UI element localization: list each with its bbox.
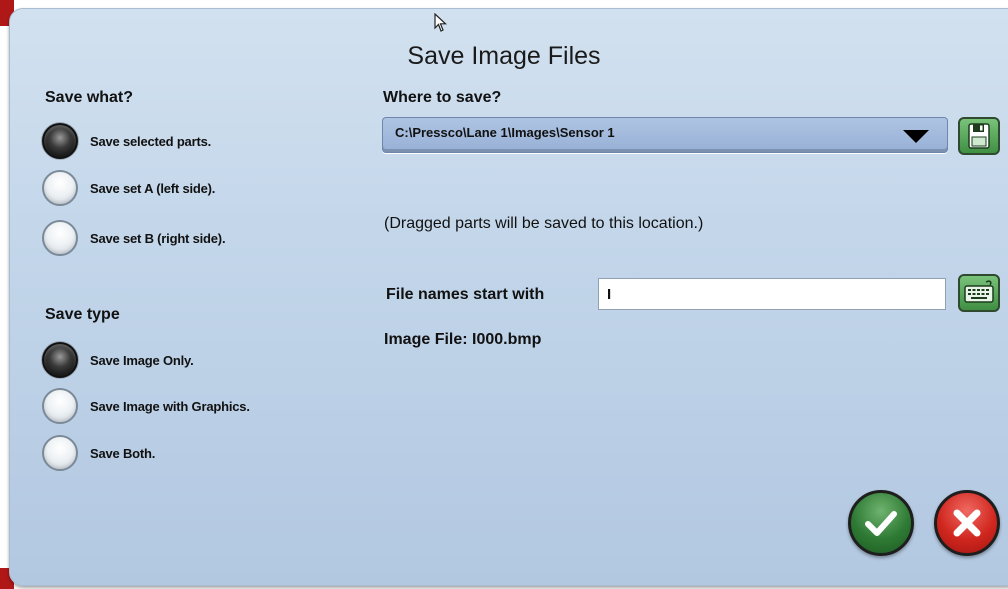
- ok-button[interactable]: [848, 490, 914, 556]
- radio-button[interactable]: [42, 435, 78, 471]
- radio-button[interactable]: [42, 170, 78, 206]
- cancel-button[interactable]: [934, 490, 1000, 556]
- radio-label: Save set B (right side).: [90, 230, 226, 246]
- dropdown-arrow-icon: [903, 130, 929, 143]
- radio-save-set-b[interactable]: Save set B (right side).: [42, 218, 226, 258]
- x-icon: [953, 509, 981, 537]
- keyboard-button[interactable]: [958, 274, 1000, 312]
- radio-label: Save set A (left side).: [90, 180, 216, 196]
- checkmark-icon: [865, 511, 897, 536]
- radio-label: Save Image Only.: [90, 352, 194, 368]
- where-to-save-heading: Where to save?: [383, 89, 502, 106]
- save-location-value: C:\Pressco\Lane 1\Images\Sensor 1: [395, 125, 615, 140]
- radio-save-set-a[interactable]: Save set A (left side).: [42, 168, 215, 208]
- save-type-heading: Save type: [45, 306, 120, 323]
- file-name-prefix-input[interactable]: [598, 278, 946, 310]
- save-location-dropdown[interactable]: C:\Pressco\Lane 1\Images\Sensor 1: [382, 117, 948, 153]
- radio-button[interactable]: [42, 388, 78, 424]
- floppy-disk-icon: [968, 123, 990, 149]
- radio-save-both[interactable]: Save Both.: [42, 433, 155, 473]
- radio-label: Save Image with Graphics.: [90, 398, 250, 414]
- radio-button[interactable]: [42, 123, 78, 159]
- dragged-parts-note: (Dragged parts will be saved to this loc…: [384, 215, 704, 232]
- image-file-name: Image File: I000.bmp: [384, 331, 542, 348]
- radio-save-image-with-graphics[interactable]: Save Image with Graphics.: [42, 386, 250, 426]
- radio-button[interactable]: [42, 220, 78, 256]
- dialog-title: Save Image Files: [407, 42, 601, 70]
- save-location-button[interactable]: [958, 117, 1000, 155]
- file-name-prefix-label: File names start with: [386, 286, 545, 303]
- radio-label: Save selected parts.: [90, 133, 212, 149]
- radio-button[interactable]: [42, 342, 78, 378]
- radio-save-image-only[interactable]: Save Image Only.: [42, 340, 194, 380]
- keyboard-icon: [964, 280, 994, 303]
- save-what-heading: Save what?: [45, 89, 134, 106]
- radio-label: Save Both.: [90, 445, 156, 461]
- radio-save-selected-parts[interactable]: Save selected parts.: [42, 121, 211, 161]
- mouse-pointer-icon: [434, 13, 448, 32]
